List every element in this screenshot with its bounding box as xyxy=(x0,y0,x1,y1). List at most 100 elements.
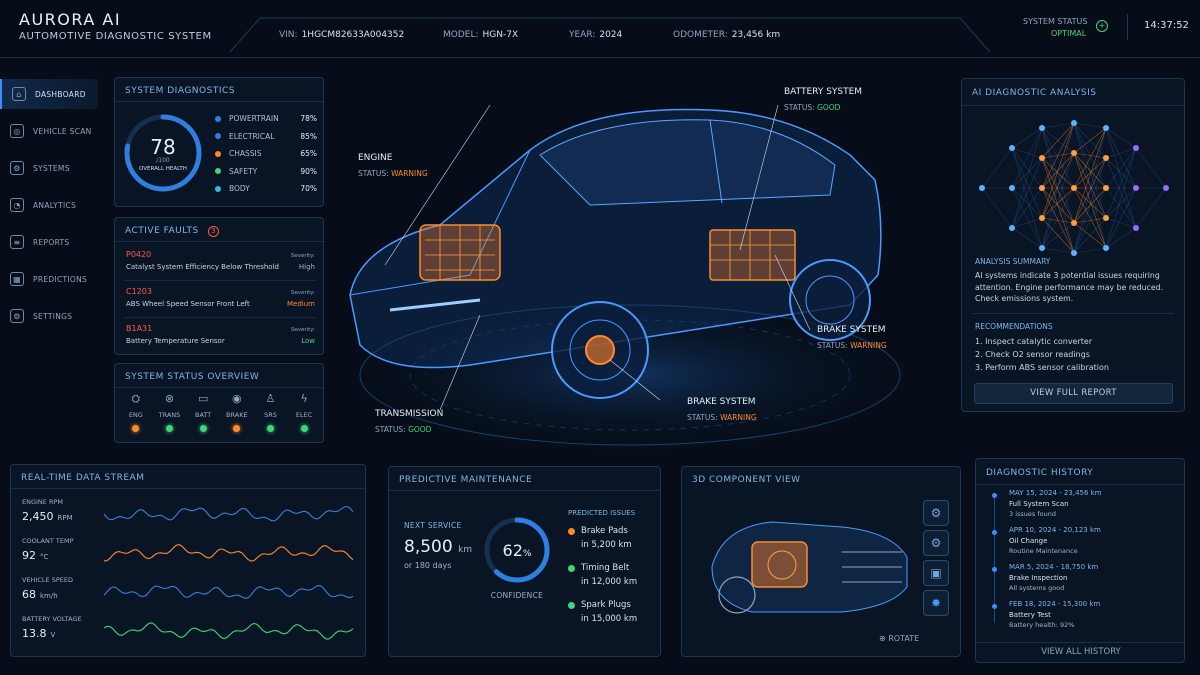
ai-analysis-panel: AI DIAGNOSTIC ANALYSIS ANALYSIS SUMMARY … xyxy=(961,78,1185,412)
stream-list: ENGINE RPM 2,450 RPM COOLANT TEMP 92 °C VEHICL… xyxy=(11,493,367,653)
stream-row: COOLANT TEMP 92 °C xyxy=(11,532,367,571)
panel-title: REAL-TIME DATA STREAM xyxy=(21,473,145,483)
transmission-icon: ⊗ xyxy=(164,392,175,405)
nav-item-dashboard[interactable]: ⌂ DASHBOARD xyxy=(0,79,98,109)
view-gear-button[interactable]: ⚙ xyxy=(923,530,949,556)
overview-label: SRS xyxy=(264,411,277,419)
view-engine-button[interactable]: ⚙ xyxy=(923,500,949,526)
fault-row[interactable]: C1203 ABS Wheel Speed Sensor Front Left Se… xyxy=(115,281,325,318)
engine-callout[interactable]: ENGINE STATUS: WARNING xyxy=(358,153,428,178)
history-entry[interactable]: APR 10, 2024 - 20,123 km Oil Change Routin… xyxy=(976,526,1186,563)
network-node xyxy=(1103,155,1109,161)
nav-item-systems[interactable]: ⚙ SYSTEMS xyxy=(0,153,98,183)
nav-item-reports[interactable]: ≡ REPORTS xyxy=(0,227,98,257)
network-node xyxy=(1103,125,1109,131)
health-score: 78 xyxy=(150,135,176,159)
nav-item-predictions[interactable]: ▦ PREDICTIONS xyxy=(0,264,98,294)
status-dot xyxy=(199,425,207,432)
fault-row[interactable]: P0420 Catalyst System Efficiency Below Th… xyxy=(115,244,325,281)
clock: 14:37:52 xyxy=(1144,20,1189,31)
transmission-3d-view[interactable] xyxy=(692,497,912,627)
network-link xyxy=(1073,127,1107,154)
overview-item-eng[interactable]: ⛭ ENG xyxy=(121,392,151,438)
history-entry[interactable]: MAY 15, 2024 - 23,456 km Full System Scan… xyxy=(976,489,1186,526)
front-wheel[interactable] xyxy=(551,301,649,399)
status-dot xyxy=(233,425,241,432)
status-dot xyxy=(215,133,221,140)
network-link xyxy=(1011,127,1043,149)
nav-item-analytics[interactable]: ◔ ANALYTICS xyxy=(0,190,98,220)
diagnostic-row: ELECTRICAL 85% xyxy=(215,128,317,146)
vehicle-3d-model[interactable] xyxy=(330,75,950,460)
fault-row[interactable]: B1A31 Battery Temperature Sensor Severity:… xyxy=(115,318,325,355)
history-date: APR 10, 2024 - 20,123 km xyxy=(1009,526,1101,534)
overview-label: ENG xyxy=(128,411,143,419)
network-link xyxy=(1105,127,1137,229)
diagnostic-row: SAFETY 90% xyxy=(215,163,317,181)
front-brake-callout[interactable]: BRAKE SYSTEM STATUS: WARNING xyxy=(687,397,757,422)
diagnostic-label: CHASSIS xyxy=(229,149,262,159)
rear-brake-callout[interactable]: BRAKE SYSTEM STATUS: WARNING xyxy=(817,325,887,350)
stream-sparkline xyxy=(104,544,354,562)
recommendations-title: RECOMMENDATIONS xyxy=(975,322,1053,331)
battery-callout[interactable]: BATTERY SYSTEM STATUS: GOOD xyxy=(784,87,862,112)
severity-label: Severity: xyxy=(290,253,315,259)
system-diagnostics-panel: SYSTEM DIAGNOSTICS 78 /100 OVERALL HEALT… xyxy=(114,77,324,207)
reports-icon: ≡ xyxy=(10,235,24,249)
transmission-callout[interactable]: TRANSMISSION STATUS: GOOD xyxy=(375,409,443,434)
rotate-control[interactable]: ⊕ ROTATE xyxy=(879,634,919,643)
network-node xyxy=(1039,185,1045,191)
battery-block[interactable] xyxy=(709,229,796,281)
model-info: MODEL: HGN-7X xyxy=(443,30,519,40)
view-all-history-button[interactable]: VIEW ALL HISTORY xyxy=(976,647,1186,657)
network-link xyxy=(1105,217,1137,229)
nav-label: ANALYTICS xyxy=(33,200,77,210)
network-node xyxy=(1133,145,1139,151)
nav-label: DASHBOARD xyxy=(35,89,86,99)
overview-item-trans[interactable]: ⊗ TRANS xyxy=(154,392,184,438)
overview-label: BATT xyxy=(195,411,212,419)
network-link xyxy=(1135,147,1167,189)
diagnostic-history-panel: DIAGNOSTIC HISTORY MAY 15, 2024 - 23,456… xyxy=(975,458,1185,663)
view-full-report-button[interactable]: VIEW FULL REPORT xyxy=(974,383,1173,404)
severity-label: Severity: xyxy=(290,290,315,296)
network-link xyxy=(1073,122,1107,129)
panel-title: SYSTEM DIAGNOSTICS xyxy=(125,86,235,96)
diagnostic-value: 85% xyxy=(300,131,317,141)
network-node xyxy=(979,185,985,191)
overview-label: ELEC xyxy=(295,411,313,419)
status-dot xyxy=(215,115,221,122)
overview-item-brake[interactable]: ◉ BRAKE xyxy=(222,392,252,438)
airbag-icon: ♙ xyxy=(265,392,276,405)
issue-name: Brake Pads xyxy=(581,526,628,536)
issue-eta: in 15,000 km xyxy=(581,614,638,624)
nav-item-settings[interactable]: ⚙ SETTINGS xyxy=(0,301,98,331)
overview-item-elec[interactable]: ϟ ELEC xyxy=(289,392,319,438)
network-node xyxy=(1071,220,1077,226)
history-title: Full System Scan xyxy=(1009,500,1069,508)
overview-list: ⛭ ENG ⊗ TRANS ▭ BATT ◉ BRAKE ♙ SRS ϟ ELEC xyxy=(119,392,321,438)
overview-item-batt[interactable]: ▭ BATT xyxy=(188,392,218,438)
overview-item-srs[interactable]: ♙ SRS xyxy=(255,392,285,438)
history-title: Brake Inspection xyxy=(1009,574,1068,582)
nav-item-vehicle-scan[interactable]: ◎ VEHICLE SCAN xyxy=(0,116,98,146)
view-battery-button[interactable]: ▣ xyxy=(923,560,949,586)
diagnostic-label: SAFETY xyxy=(229,166,258,176)
network-link xyxy=(1011,217,1043,229)
engine-block[interactable] xyxy=(419,224,501,281)
history-entry[interactable]: FEB 18, 2024 - 15,300 km Battery Test Batt… xyxy=(976,600,1186,637)
status-ok-icon: + xyxy=(1096,20,1108,32)
gear-icon: ⚙ xyxy=(10,161,24,175)
view-brake-button[interactable]: ✸ xyxy=(923,590,949,616)
confidence-label: CONFIDENCE xyxy=(490,591,544,600)
severity-value: Low xyxy=(301,337,315,345)
active-faults-panel: ACTIVE FAULTS 3 P0420 Catalyst System Eff… xyxy=(114,217,324,355)
faults-count-badge: 3 xyxy=(208,226,220,237)
diagnostic-label: ELECTRICAL xyxy=(229,131,275,141)
network-link xyxy=(1011,127,1043,229)
stream-value: 2,450 RPM xyxy=(22,510,73,523)
history-entry[interactable]: MAR 5, 2024 - 18,750 km Brake Inspection A… xyxy=(976,563,1186,600)
network-node xyxy=(1009,145,1015,151)
network-link xyxy=(1073,152,1107,159)
app-subtitle: AUTOMOTIVE DIAGNOSTIC SYSTEM xyxy=(19,31,212,42)
